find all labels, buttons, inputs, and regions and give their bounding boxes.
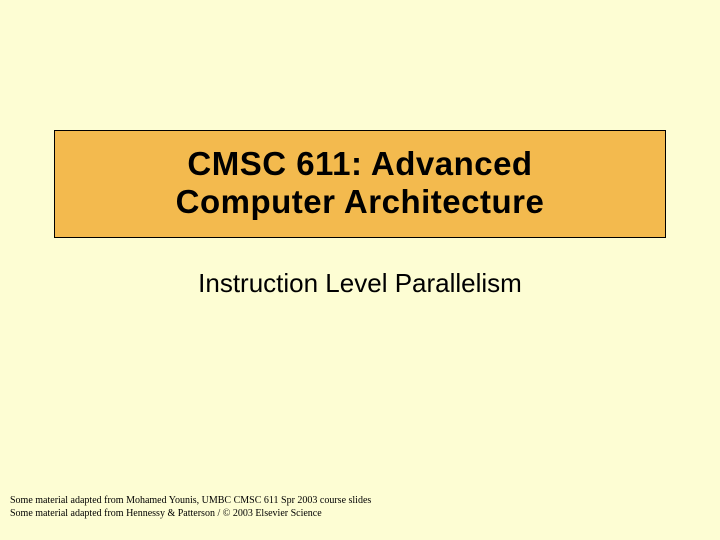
- slide-title: CMSC 611: Advanced Computer Architecture: [75, 145, 645, 221]
- attribution-footer: Some material adapted from Mohamed Youni…: [10, 495, 371, 520]
- title-banner: CMSC 611: Advanced Computer Architecture: [54, 130, 666, 238]
- title-line-2: Computer Architecture: [176, 183, 545, 220]
- footer-line-1: Some material adapted from Mohamed Youni…: [10, 495, 371, 508]
- slide-subtitle: Instruction Level Parallelism: [0, 268, 720, 299]
- title-line-1: CMSC 611: Advanced: [187, 145, 532, 182]
- footer-line-2: Some material adapted from Hennessy & Pa…: [10, 508, 371, 521]
